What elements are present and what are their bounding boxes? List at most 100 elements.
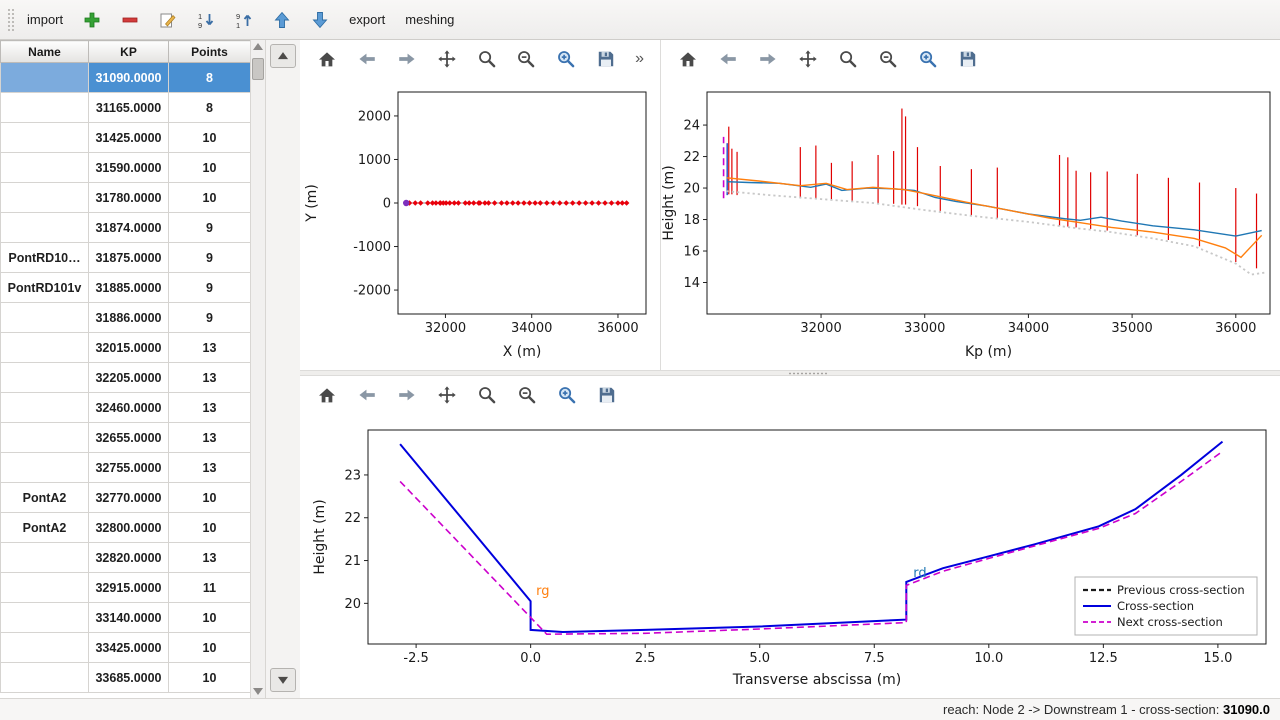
table-row[interactable]: 32655.000013: [1, 423, 251, 453]
cell-kp[interactable]: 31874.0000: [89, 213, 169, 243]
table-row[interactable]: 31165.00008: [1, 93, 251, 123]
table-row[interactable]: 31425.000010: [1, 123, 251, 153]
table-row[interactable]: 32915.000011: [1, 573, 251, 603]
profile-chart[interactable]: 3200033000340003500036000141618202224Kp …: [661, 78, 1280, 370]
zoom-in-button[interactable]: [915, 46, 941, 72]
cell-name[interactable]: [1, 63, 89, 93]
add-button[interactable]: [76, 6, 108, 34]
table-row[interactable]: 31590.000010: [1, 153, 251, 183]
table-row[interactable]: 31090.00008: [1, 63, 251, 93]
table-row[interactable]: 33685.000010: [1, 663, 251, 693]
scrollbar-thumb[interactable]: [252, 58, 264, 80]
cell-kp[interactable]: 31885.0000: [89, 273, 169, 303]
cell-kp[interactable]: 31780.0000: [89, 183, 169, 213]
cell-kp[interactable]: 32770.0000: [89, 483, 169, 513]
zoom-in-button[interactable]: [553, 46, 579, 72]
cell-kp[interactable]: 33425.0000: [89, 633, 169, 663]
cell-kp[interactable]: 32820.0000: [89, 543, 169, 573]
cross-section-chart[interactable]: -2.50.02.55.07.510.012.515.020212223rgrd…: [300, 414, 1280, 698]
cell-name[interactable]: PontA2: [1, 513, 89, 543]
cell-name[interactable]: [1, 303, 89, 333]
cell-points[interactable]: 10: [169, 633, 251, 663]
pan-button[interactable]: [795, 46, 821, 72]
cell-kp[interactable]: 32800.0000: [89, 513, 169, 543]
table-row[interactable]: PontA232800.000010: [1, 513, 251, 543]
cell-name[interactable]: [1, 153, 89, 183]
table-row[interactable]: 32755.000013: [1, 453, 251, 483]
move-up-button[interactable]: [266, 6, 298, 34]
cell-points[interactable]: 13: [169, 423, 251, 453]
cell-kp[interactable]: 31165.0000: [89, 93, 169, 123]
cell-name[interactable]: [1, 543, 89, 573]
home-button[interactable]: [675, 46, 701, 72]
forward-button[interactable]: [394, 46, 420, 72]
sort-descending-button[interactable]: 91: [228, 6, 260, 34]
cell-name[interactable]: [1, 663, 89, 693]
cell-name[interactable]: [1, 423, 89, 453]
cell-points[interactable]: 13: [169, 333, 251, 363]
cell-kp[interactable]: 32915.0000: [89, 573, 169, 603]
cell-name[interactable]: [1, 183, 89, 213]
zoom-out-button[interactable]: [513, 46, 539, 72]
export-button[interactable]: export: [342, 6, 392, 34]
meshing-button[interactable]: meshing: [398, 6, 461, 34]
cell-points[interactable]: 10: [169, 483, 251, 513]
column-header-kp[interactable]: KP: [89, 41, 169, 63]
plan-chart[interactable]: 320003400036000-2000-1000010002000X (m)Y…: [300, 78, 660, 370]
cell-points[interactable]: 11: [169, 573, 251, 603]
cell-name[interactable]: [1, 603, 89, 633]
table-scrollbar[interactable]: [250, 40, 266, 698]
table-row[interactable]: 33425.000010: [1, 633, 251, 663]
cell-name[interactable]: [1, 453, 89, 483]
table-row[interactable]: 33140.000010: [1, 603, 251, 633]
cell-points[interactable]: 10: [169, 513, 251, 543]
home-button[interactable]: [314, 46, 340, 72]
table-row[interactable]: 32015.000013: [1, 333, 251, 363]
cell-points[interactable]: 9: [169, 303, 251, 333]
zoom-out-button[interactable]: [514, 382, 540, 408]
zoom-out-button[interactable]: [875, 46, 901, 72]
remove-button[interactable]: [114, 6, 146, 34]
zoom-button[interactable]: [835, 46, 861, 72]
scrollbar-down-arrow-icon[interactable]: [253, 688, 263, 695]
column-header-points[interactable]: Points: [169, 41, 251, 63]
cell-name[interactable]: [1, 393, 89, 423]
cell-name[interactable]: [1, 213, 89, 243]
back-button[interactable]: [354, 46, 380, 72]
cell-points[interactable]: 10: [169, 153, 251, 183]
table-row[interactable]: PontA232770.000010: [1, 483, 251, 513]
cell-kp[interactable]: 31875.0000: [89, 243, 169, 273]
cell-name[interactable]: [1, 333, 89, 363]
cell-points[interactable]: 9: [169, 243, 251, 273]
cell-points[interactable]: 10: [169, 663, 251, 693]
cell-kp[interactable]: 31090.0000: [89, 63, 169, 93]
cell-kp[interactable]: 32205.0000: [89, 363, 169, 393]
save-button[interactable]: [594, 382, 620, 408]
table-row[interactable]: 31874.00009: [1, 213, 251, 243]
forward-button[interactable]: [755, 46, 781, 72]
cell-name[interactable]: PontA2: [1, 483, 89, 513]
home-button[interactable]: [314, 382, 340, 408]
scroll-to-bottom-button[interactable]: [270, 668, 296, 692]
cell-name[interactable]: [1, 123, 89, 153]
cell-name[interactable]: [1, 363, 89, 393]
cell-name[interactable]: [1, 93, 89, 123]
table-row[interactable]: 32460.000013: [1, 393, 251, 423]
zoom-button[interactable]: [474, 382, 500, 408]
cell-kp[interactable]: 33685.0000: [89, 663, 169, 693]
horizontal-splitter[interactable]: [300, 370, 1280, 376]
cell-kp[interactable]: 31425.0000: [89, 123, 169, 153]
cell-points[interactable]: 10: [169, 123, 251, 153]
pan-button[interactable]: [434, 46, 460, 72]
table-row[interactable]: 31780.000010: [1, 183, 251, 213]
cell-name[interactable]: [1, 573, 89, 603]
forward-button[interactable]: [394, 382, 420, 408]
cell-name[interactable]: PontRD101v: [1, 273, 89, 303]
sort-ascending-button[interactable]: 19: [190, 6, 222, 34]
column-header-name[interactable]: Name: [1, 41, 89, 63]
cell-points[interactable]: 13: [169, 453, 251, 483]
toolbar-overflow-button[interactable]: »: [633, 50, 646, 68]
scroll-to-top-button[interactable]: [270, 44, 296, 68]
move-down-button[interactable]: [304, 6, 336, 34]
scrollbar-up-arrow-icon[interactable]: [253, 43, 263, 50]
